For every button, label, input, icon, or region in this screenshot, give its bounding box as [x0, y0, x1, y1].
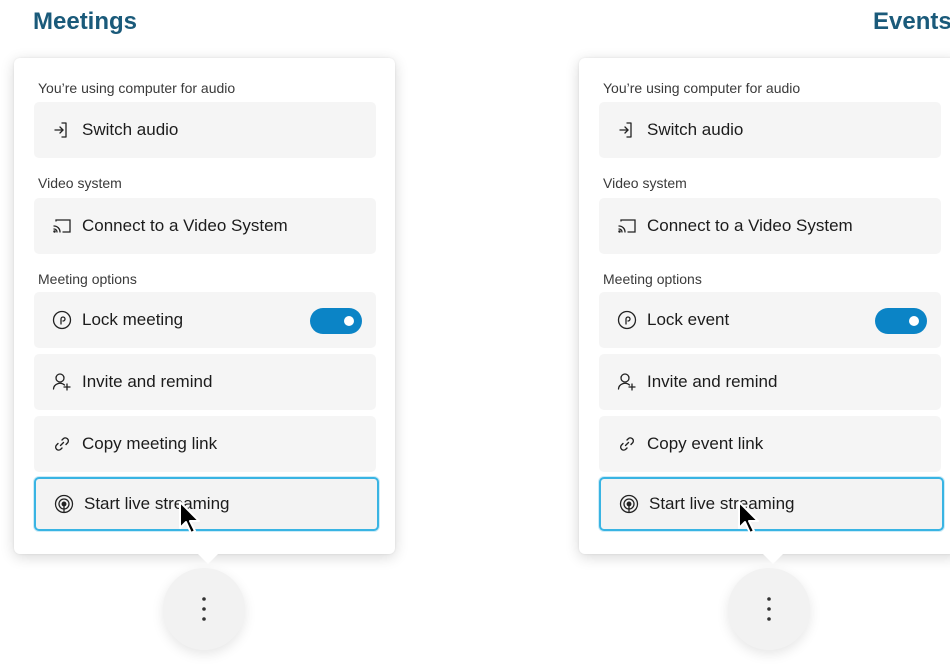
connect-video-system-button[interactable]: Connect to a Video System	[599, 198, 941, 254]
video-section-label: Video system	[603, 175, 687, 191]
switch-audio-icon	[617, 120, 637, 140]
video-section-label: Video system	[38, 175, 122, 191]
start-live-streaming-button[interactable]: Start live streaming	[599, 477, 944, 531]
broadcast-icon	[54, 494, 74, 514]
person-add-icon	[617, 372, 637, 392]
invite-and-remind-button[interactable]: Invite and remind	[599, 354, 941, 410]
more-vertical-icon	[767, 597, 771, 621]
start-live-streaming-label: Start live streaming	[84, 494, 230, 513]
connect-video-system-button[interactable]: Connect to a Video System	[34, 198, 376, 254]
connect-video-label: Connect to a Video System	[82, 216, 288, 235]
switch-audio-button[interactable]: Switch audio	[599, 102, 941, 158]
events-heading: Events	[873, 8, 950, 35]
copy-event-link-button[interactable]: Copy event link	[599, 416, 941, 472]
invite-and-remind-button[interactable]: Invite and remind	[34, 354, 376, 410]
audio-section-label: You’re using computer for audio	[38, 80, 236, 96]
link-icon	[617, 434, 637, 454]
link-icon	[52, 434, 72, 454]
meeting-options-label: Meeting options	[603, 271, 702, 287]
lock-circle-icon	[617, 310, 637, 330]
start-live-streaming-button[interactable]: Start live streaming	[34, 477, 379, 531]
events-options-menu: You’re using computer for audio Switch a…	[579, 58, 950, 564]
lock-meeting-toggle[interactable]	[310, 308, 362, 334]
invite-and-remind-label: Invite and remind	[647, 372, 778, 391]
start-live-streaming-label: Start live streaming	[649, 494, 795, 513]
screen-cast-icon	[617, 216, 637, 236]
audio-section-label: You’re using computer for audio	[603, 80, 801, 96]
switch-audio-icon	[52, 120, 72, 140]
meetings-options-menu: You’re using computer for audio Switch a…	[14, 58, 395, 564]
meeting-options-label: Meeting options	[38, 271, 137, 287]
meetings-heading: Meetings	[33, 8, 138, 35]
more-options-button[interactable]	[163, 568, 245, 650]
screen-cast-icon	[52, 216, 72, 236]
invite-and-remind-label: Invite and remind	[82, 372, 213, 391]
copy-meeting-link-label: Copy meeting link	[82, 434, 218, 453]
lock-meeting-row[interactable]: Lock meeting	[34, 292, 376, 348]
copy-meeting-link-button[interactable]: Copy meeting link	[34, 416, 376, 472]
lock-circle-icon	[52, 310, 72, 330]
connect-video-label: Connect to a Video System	[647, 216, 853, 235]
lock-event-row[interactable]: Lock event	[599, 292, 941, 348]
lock-meeting-label: Lock meeting	[82, 310, 184, 329]
copy-event-link-label: Copy event link	[647, 434, 764, 453]
switch-audio-button[interactable]: Switch audio	[34, 102, 376, 158]
person-add-icon	[52, 372, 72, 392]
lock-event-toggle[interactable]	[875, 308, 927, 334]
switch-audio-label: Switch audio	[647, 120, 744, 139]
more-vertical-icon	[202, 597, 206, 621]
lock-event-label: Lock event	[647, 310, 730, 329]
broadcast-icon	[619, 494, 639, 514]
more-options-button[interactable]	[728, 568, 810, 650]
switch-audio-label: Switch audio	[82, 120, 179, 139]
